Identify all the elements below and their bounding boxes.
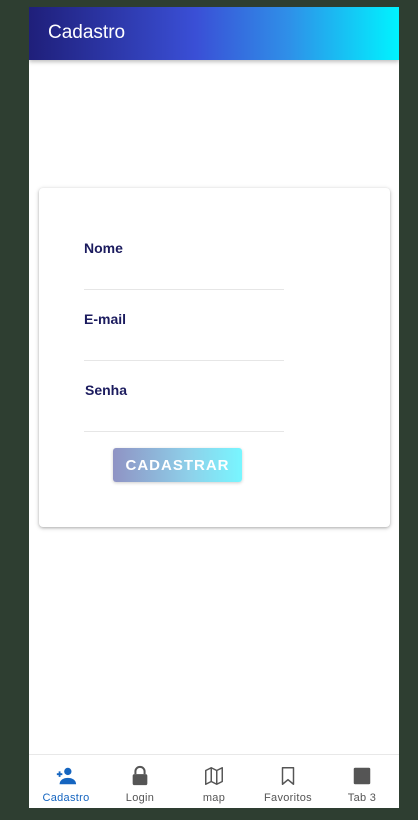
name-field-label: Nome — [84, 240, 123, 256]
lock-icon — [132, 765, 148, 786]
tab-login[interactable]: Login — [103, 755, 177, 808]
tab-3-label: Tab 3 — [347, 792, 377, 804]
name-field[interactable]: Nome — [84, 240, 284, 290]
register-button[interactable]: CADASTRAR — [113, 448, 242, 482]
bottom-tab-bar: Cadastro Login map Favoritos Tab 3 — [29, 754, 399, 808]
map-icon — [205, 767, 223, 785]
person-add-icon — [56, 767, 77, 785]
tab-cadastro-label: Cadastro — [42, 792, 90, 804]
tab-login-label: Login — [125, 792, 155, 804]
signup-card: Nome E-mail Senha CADASTRAR — [39, 188, 390, 527]
page-title: Cadastro — [48, 22, 126, 43]
square-icon — [353, 767, 371, 785]
tab-favoritos[interactable]: Favoritos — [251, 755, 325, 808]
name-field-underline — [84, 289, 284, 290]
app-window: Cadastro Nome E-mail Senha CADASTRAR Cad… — [29, 7, 399, 808]
email-field-label: E-mail — [84, 311, 127, 327]
tab-cadastro[interactable]: Cadastro — [29, 755, 103, 808]
app-toolbar: Cadastro — [29, 7, 399, 60]
password-field-label: Senha — [85, 382, 128, 398]
password-field-underline — [84, 431, 284, 432]
email-field[interactable]: E-mail — [84, 311, 284, 361]
tab-3[interactable]: Tab 3 — [325, 755, 399, 808]
tab-map[interactable]: map — [177, 755, 251, 808]
email-field-underline — [84, 360, 284, 361]
bookmark-icon — [281, 767, 295, 785]
tab-favoritos-label: Favoritos — [264, 792, 312, 804]
password-field[interactable]: Senha — [84, 382, 284, 432]
tab-map-label: map — [202, 792, 226, 804]
